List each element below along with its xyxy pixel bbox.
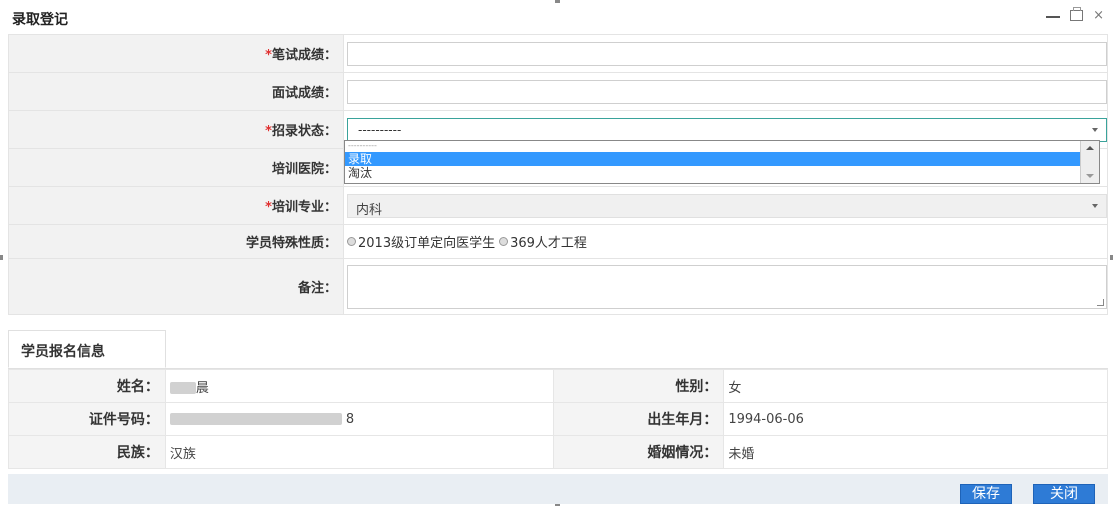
dropdown-scrollbar[interactable]	[1080, 141, 1099, 183]
written-score-input[interactable]	[347, 41, 1107, 66]
special-nature-label: 学员特殊性质：	[8, 224, 344, 259]
maximize-icon[interactable]	[1070, 7, 1084, 21]
chevron-down-icon[interactable]	[1092, 127, 1098, 132]
dialog-title: 录取登记	[12, 12, 68, 28]
interview-score-label: 面试成绩：	[8, 72, 344, 111]
interview-score-input[interactable]	[347, 79, 1107, 104]
name-value: 晨	[164, 369, 554, 403]
resize-grip-left[interactable]	[0, 255, 3, 260]
close-icon[interactable]: ×	[1093, 8, 1104, 23]
dropdown-option[interactable]: ----------	[345, 141, 1099, 152]
admission-dialog: 录取登记 × *笔试成绩： 面试成绩： *招录状态： ---------- 培训…	[0, 0, 1113, 506]
ethnicity-value: 汉族	[164, 435, 554, 469]
ethnicity-label: 民族：	[8, 435, 166, 469]
admission-status-label: *招录状态：	[8, 110, 344, 149]
radio-button[interactable]	[499, 237, 509, 246]
gender-label: 性别：	[552, 369, 725, 403]
remarks-label: 备注：	[8, 258, 344, 315]
radio-button[interactable]	[347, 237, 356, 246]
gender-value: 女	[723, 369, 1108, 403]
name-label: 姓名：	[8, 369, 166, 403]
admission-status-selected: ----------	[358, 122, 402, 137]
close-button[interactable]: 关闭	[1033, 484, 1095, 504]
window-controls: ×	[1046, 7, 1104, 23]
special-nature-option[interactable]: 369人才工程	[510, 232, 587, 251]
resize-handle-icon[interactable]	[1097, 298, 1104, 306]
training-major-select[interactable]: 内科	[347, 193, 1107, 218]
training-major-selected: 内科	[356, 202, 383, 218]
dropdown-option-highlighted[interactable]: 录取	[345, 152, 1083, 166]
id-number-label: 证件号码：	[8, 402, 166, 436]
dialog-footer: 保存 关闭	[8, 474, 1108, 504]
minimize-icon[interactable]	[1046, 15, 1061, 18]
marital-label: 婚姻情况：	[552, 435, 725, 469]
special-nature-options: 2013级订单定向医学生 369人才工程	[347, 232, 1107, 251]
id-number-value: 8	[164, 402, 554, 436]
redacted-block	[169, 382, 196, 394]
training-hospital-label: 培训医院：	[8, 148, 344, 187]
info-tabs: 学员报名信息	[8, 330, 1108, 369]
special-nature-option[interactable]: 2013级订单定向医学生	[358, 232, 495, 251]
save-button[interactable]: 保存	[960, 484, 1012, 504]
admission-status-dropdown: ---------- 录取 淘汰	[344, 140, 1100, 184]
chevron-up-icon[interactable]	[1086, 146, 1094, 150]
redacted-block	[169, 413, 342, 425]
chevron-down-icon[interactable]	[1086, 174, 1094, 178]
remarks-textarea[interactable]	[347, 264, 1107, 309]
student-info-table: 姓名： 晨 性别： 女 证件号码： 8 出生年月： 1994-06-06 民族：…	[8, 369, 1108, 469]
resize-grip-top[interactable]	[555, 0, 560, 3]
written-score-label: *笔试成绩：	[8, 34, 344, 73]
tab-student-registration-info[interactable]: 学员报名信息	[8, 330, 166, 368]
admission-status-select[interactable]: ----------	[347, 117, 1107, 142]
birth-value: 1994-06-06	[723, 402, 1108, 436]
birth-label: 出生年月：	[552, 402, 725, 436]
chevron-down-icon[interactable]	[1092, 203, 1098, 208]
training-major-label: *培训专业：	[8, 186, 344, 225]
title-bar[interactable]: 录取登记 ×	[8, 4, 1108, 32]
dropdown-option[interactable]: 淘汰	[345, 166, 1099, 180]
marital-value: 未婚	[723, 435, 1108, 469]
